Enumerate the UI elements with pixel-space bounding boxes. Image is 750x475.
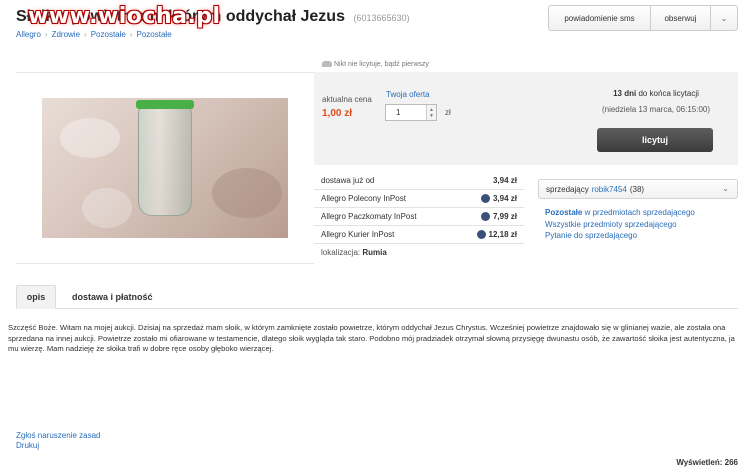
location: lokalizacja: Rumia bbox=[314, 244, 524, 262]
photo-background-texture bbox=[212, 168, 282, 218]
seller-dropdown[interactable]: sprzedający robik7454 (38) ⌄ bbox=[538, 179, 738, 199]
shipping-info: dostawa już od 3,94 zł Allegro Polecony … bbox=[314, 172, 524, 262]
sms-notification-button[interactable]: powiadomienie sms bbox=[549, 6, 651, 30]
allegro-smart-icon bbox=[476, 230, 486, 239]
report-violation-link[interactable]: Zgłoś naruszenie zasad bbox=[16, 431, 101, 441]
shipping-option-price: 3,94 zł bbox=[480, 194, 517, 203]
breadcrumb-separator: › bbox=[129, 30, 133, 39]
shipping-from-price: 3,94 zł bbox=[492, 176, 517, 185]
allegro-smart-icon bbox=[480, 212, 490, 221]
seller-name-link[interactable]: robik7454 bbox=[592, 185, 627, 194]
shipping-option-name: Allegro Polecony InPost bbox=[321, 194, 406, 203]
tab-delivery-payment[interactable]: dostawa i płatność bbox=[72, 285, 153, 309]
breadcrumb-item-allegro[interactable]: Allegro bbox=[16, 30, 41, 39]
offer-input[interactable]: 1 ▲ ▼ bbox=[385, 104, 437, 121]
location-value: Rumia bbox=[362, 248, 387, 257]
breadcrumb-separator: › bbox=[44, 30, 48, 39]
watch-button[interactable]: obserwuj bbox=[651, 6, 711, 30]
item-id: (6013665630) bbox=[353, 13, 410, 23]
tab-description[interactable]: opis bbox=[16, 285, 56, 309]
current-price: 1,00 zł bbox=[322, 108, 353, 119]
seller-rating: (38) bbox=[629, 184, 645, 194]
location-label: lokalizacja: bbox=[321, 248, 361, 257]
seller-other-rest: w przedmiotach sprzedającego bbox=[584, 208, 695, 217]
breadcrumb-separator: › bbox=[84, 30, 87, 39]
shipping-from-row: dostawa już od 3,94 zł bbox=[314, 172, 524, 190]
product-photo[interactable] bbox=[42, 98, 288, 238]
your-offer-link[interactable]: Twoja oferta bbox=[386, 90, 430, 99]
breadcrumb-item-pozostale[interactable]: Pozostałe bbox=[91, 30, 126, 39]
arrow-down-icon[interactable]: ▼ bbox=[429, 113, 434, 119]
users-icon bbox=[322, 61, 332, 68]
shipping-option-price: 7,99 zł bbox=[480, 212, 517, 221]
views-label: Wyświetleń: bbox=[676, 458, 723, 467]
footer-links: Zgłoś naruszenie zasad Drukuj bbox=[16, 431, 101, 451]
shipping-from-label: dostawa już od bbox=[321, 176, 375, 185]
shipping-option-price: 12,18 zł bbox=[476, 230, 517, 239]
seller-other-items-link[interactable]: Pozostałe w przedmiotach sprzedającego bbox=[545, 208, 695, 217]
watermark-logo: www.wiocha.pl bbox=[28, 4, 221, 29]
view-counter: Wyświetleń: 266 bbox=[676, 458, 738, 467]
seller-other-bold: Pozostałe bbox=[545, 208, 583, 217]
shipping-option: Allegro Kurier InPost 12,18 zł bbox=[314, 226, 524, 244]
offer-value: 1 bbox=[396, 108, 401, 117]
seller-links: Pozostałe w przedmiotach sprzedającego W… bbox=[545, 207, 695, 242]
shipping-option-price-value: 7,99 zł bbox=[492, 212, 517, 221]
shipping-option: Allegro Polecony InPost 3,94 zł bbox=[314, 190, 524, 208]
time-left-days: 13 dni bbox=[613, 89, 637, 98]
seller-all-items-link[interactable]: Wszystkie przedmioty sprzedającego bbox=[545, 220, 677, 229]
time-left-suffix: do końca licytacji bbox=[638, 89, 699, 98]
offer-stepper[interactable]: ▲ ▼ bbox=[426, 105, 436, 120]
chevron-down-icon: ⌄ bbox=[722, 184, 729, 193]
breadcrumb-item-pozostale-sub[interactable]: Pozostałe bbox=[137, 30, 172, 39]
shipping-option-price-value: 3,94 zł bbox=[492, 194, 517, 203]
jar-image bbox=[138, 104, 192, 216]
shipping-option-name: Allegro Paczkomaty InPost bbox=[321, 212, 417, 221]
chevron-down-icon: ⌄ bbox=[720, 13, 728, 23]
breadcrumb-item-zdrowie[interactable]: Zdrowie bbox=[52, 30, 80, 39]
buy-panel: aktualna cena 1,00 zł Twoja oferta 1 ▲ ▼ … bbox=[314, 72, 738, 165]
item-actions: powiadomienie sms obserwuj ⌄ bbox=[548, 5, 738, 31]
time-left: 13 dni do końca licytacji bbox=[596, 89, 716, 98]
bids-info-text: Nikt nie licytuje, bądź pierwszy bbox=[334, 61, 429, 68]
ask-seller-link[interactable]: Pytanie do sprzedającego bbox=[545, 231, 637, 240]
bid-button[interactable]: licytuj bbox=[597, 128, 713, 152]
price-label: aktualna cena bbox=[322, 95, 372, 104]
description-tabs: opis dostawa i płatność bbox=[16, 285, 738, 309]
bids-info: Nikt nie licytuje, bądź pierwszy bbox=[322, 61, 429, 68]
allegro-smart-icon bbox=[480, 194, 490, 203]
photo-gallery bbox=[16, 72, 314, 264]
seller-label: sprzedający bbox=[546, 184, 589, 194]
shipping-option-name: Allegro Kurier InPost bbox=[321, 230, 395, 239]
breadcrumb: Allegro › Zdrowie › Pozostałe › Pozostałe bbox=[16, 30, 172, 39]
shipping-option: Allegro Paczkomaty InPost 7,99 zł bbox=[314, 208, 524, 226]
item-description: Szczęść Boże. Witam na mojej aukcji. Dzi… bbox=[8, 323, 735, 353]
jar-lid-image bbox=[136, 100, 194, 109]
end-date: (niedziela 13 marca, 06:15:00) bbox=[601, 105, 711, 114]
views-count: 266 bbox=[724, 458, 738, 467]
more-actions-button[interactable]: ⌄ bbox=[711, 6, 737, 30]
print-link[interactable]: Drukuj bbox=[16, 441, 101, 451]
photo-background-texture bbox=[82, 188, 132, 228]
photo-background-texture bbox=[60, 118, 120, 158]
offer-currency: zł bbox=[445, 108, 451, 117]
shipping-option-price-value: 12,18 zł bbox=[488, 230, 517, 239]
